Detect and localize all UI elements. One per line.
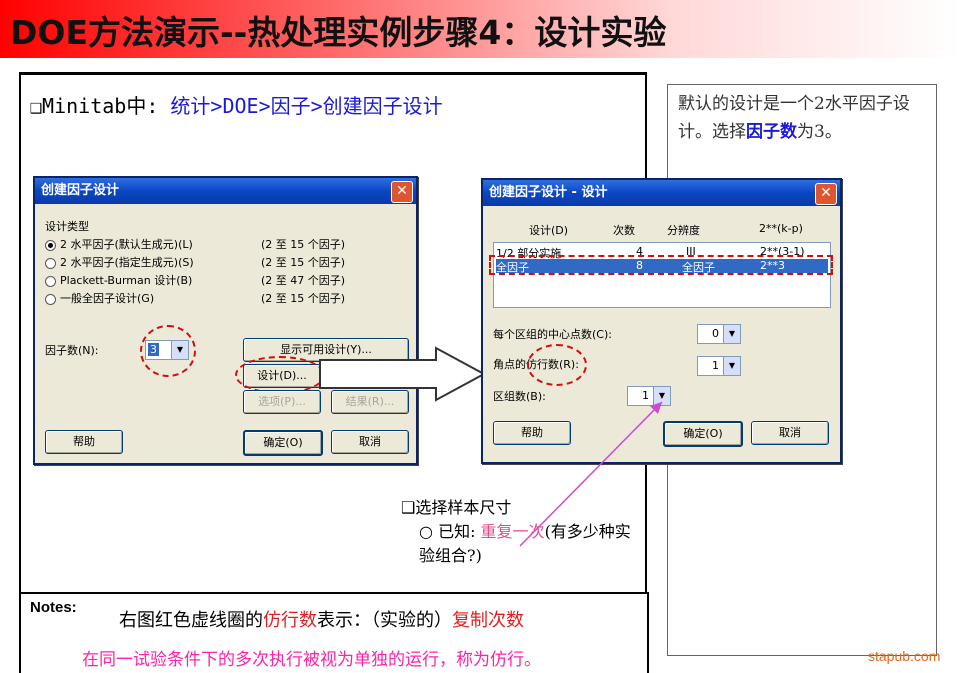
close-icon[interactable]: ✕ [391,181,413,203]
circle-bullet-icon: ○ [419,522,433,541]
design-type-label: 设计类型 [45,220,89,233]
create-factorial-dialog: 创建因子设计 ✕ 设计类型 2 水平因子(默认生成元)(L) (2 至 15 个… [33,176,418,465]
close-icon[interactable]: ✕ [815,183,837,205]
highlight-circle [527,344,587,386]
side-note: 默认的设计是一个2水平因子设计。选择因子数为3。 [678,90,928,146]
side-note-highlight: 因子数 [746,122,797,142]
menu-path-prefix: ❑Minitab中: [30,94,171,118]
dialog-title-bar: 创建因子设计 - 设计 ✕ [483,180,840,206]
sample-size-annotation: ❑选择样本尺寸 ○ 已知: 重复一次(有多少种实验组合?) [401,496,641,568]
notes-line-2: 在同一试验条件下的多次执行被视为单独的运行，称为仿行。 [82,650,541,670]
highlight-circle [140,325,196,377]
option-general-full[interactable]: 一般全因子设计(G) [45,290,154,306]
radio-icon[interactable] [45,293,56,305]
option-range: (2 至 15 个因子) [261,256,346,269]
notes-label: Notes: [30,599,77,616]
ok-button[interactable]: 确定(O) [663,421,743,447]
chevron-down-icon[interactable]: ▼ [723,325,740,343]
option-range: (2 至 47 个因子) [261,274,346,287]
side-note-text-end: 为3。 [797,122,842,142]
help-button[interactable]: 帮助 [45,430,123,454]
options-button[interactable]: 选项(P)... [243,390,321,414]
option-plackett-burman[interactable]: Plackett-Burman 设计(B) [45,272,192,288]
radio-icon[interactable] [45,257,56,269]
ok-button[interactable]: 确定(O) [243,430,323,456]
page-title: DOE方法演示--热处理实例步骤4：设计实验 [10,13,667,52]
annotation-heading: ❑选择样本尺寸 [401,498,512,517]
replicates-select[interactable]: 1 ▼ [697,356,741,376]
factor-count-label: 因子数(N): [45,344,99,357]
annotation-body: ○ 已知: 重复一次(有多少种实验组合?) [419,522,631,565]
highlight-rect [489,255,833,275]
arrow-right-icon [319,346,487,402]
column-header-resolution: 分辨度 [667,224,700,237]
dialog-title: 创建因子设计 [41,183,120,198]
center-points-select[interactable]: 0 ▼ [697,324,741,344]
annotation-emphasis: 重复一次 [480,522,545,541]
radio-icon[interactable] [45,239,56,251]
highlight-circle [235,356,325,394]
watermark: stapub.com [868,648,941,664]
option-2level-default[interactable]: 2 水平因子(默认生成元)(L) [45,236,193,252]
option-2level-specify[interactable]: 2 水平因子(指定生成元)(S) [45,254,194,270]
dialog-title-bar: 创建因子设计 ✕ [35,178,416,204]
design-list[interactable]: 1/2 部分实施 4 III 2**(3-1) 全因子 8 全因子 2**3 [493,242,831,308]
column-header-design: 设计(D) [529,224,569,237]
column-header-kp: 2**(k-p) [759,222,803,235]
column-header-runs: 次数 [613,224,635,237]
cancel-button[interactable]: 取消 [331,430,409,454]
option-range: (2 至 15 个因子) [261,292,346,305]
menu-path: ❑Minitab中: 统计>DOE>因子>创建因子设计 [30,90,443,119]
notes-line-1: 右图红色虚线圈的仿行数表示：（实验的）复制次数 [119,610,524,631]
option-range: (2 至 15 个因子) [261,238,346,251]
cancel-button[interactable]: 取消 [751,421,829,445]
chevron-down-icon[interactable]: ▼ [723,357,740,375]
center-points-label: 每个区组的中心点数(C): [493,328,612,341]
dialog-title: 创建因子设计 - 设计 [489,185,608,200]
radio-icon[interactable] [45,275,56,287]
menu-path-value: 统计>DOE>因子>创建因子设计 [170,94,443,118]
